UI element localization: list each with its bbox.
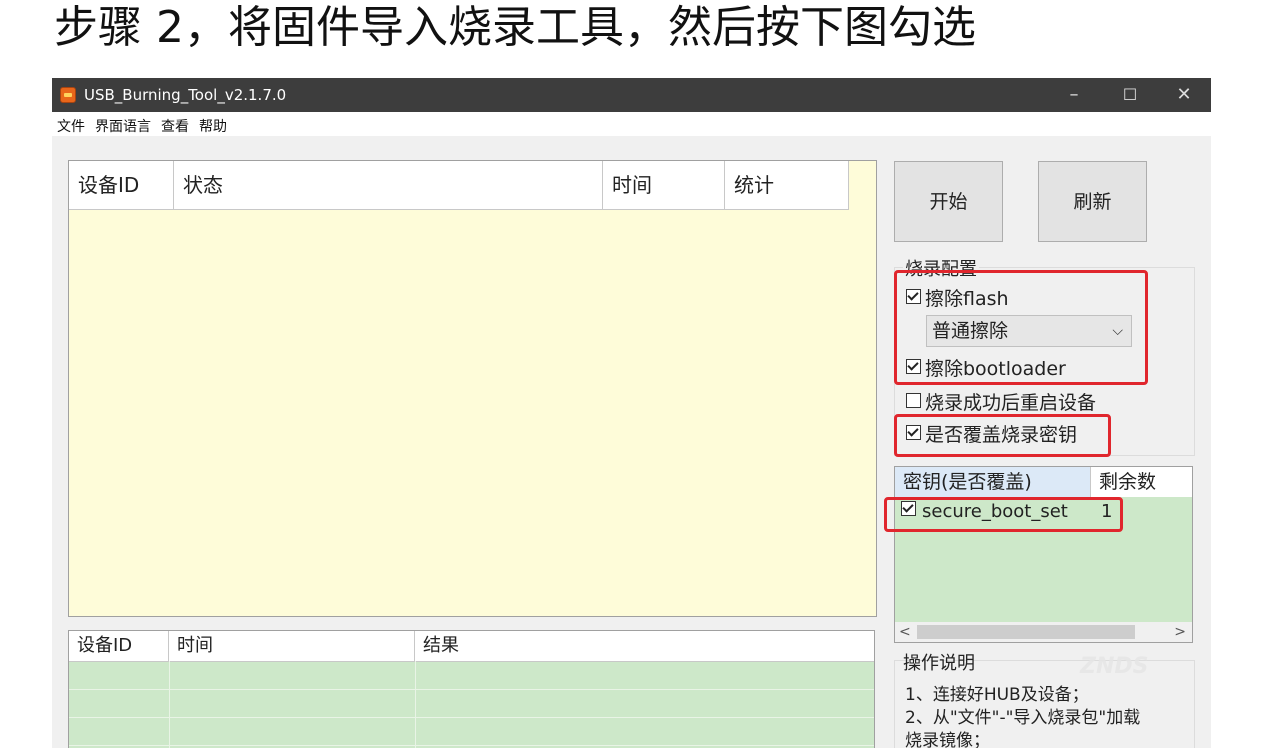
reboot-after-checkbox[interactable]: 烧录成功后重启设备 <box>906 388 1096 415</box>
reboot-after-label: 烧录成功后重启设备 <box>925 392 1097 414</box>
result-grid-header: 设备ID 时间 结果 <box>69 631 874 662</box>
device-grid-header: 设备ID 状态 时间 统计 <box>69 161 849 210</box>
menu-help[interactable]: 帮助 <box>194 112 232 136</box>
operation-line-3: 烧录镜像； <box>905 731 990 748</box>
minimize-button[interactable]: – <box>1046 78 1102 112</box>
col-status[interactable]: 状态 <box>174 161 603 209</box>
window-title: USB_Burning_Tool_v2.1.7.0 <box>84 86 287 104</box>
maximize-button[interactable]: ☐ <box>1102 78 1158 112</box>
scroll-left-icon[interactable]: < <box>899 622 911 642</box>
horizontal-scrollbar[interactable]: < > <box>895 622 1192 642</box>
highlight-box-overwrite <box>894 414 1111 457</box>
menu-bar: 文件 界面语言 查看 帮助 <box>52 112 1211 136</box>
app-icon <box>60 87 76 103</box>
row-divider <box>69 689 874 690</box>
highlight-box-key <box>884 497 1123 532</box>
scroll-right-icon[interactable]: > <box>1174 622 1186 642</box>
highlight-box-erase <box>894 270 1148 385</box>
col-key[interactable]: 密钥(是否覆盖) <box>895 467 1091 497</box>
operation-title: 操作说明 <box>903 653 975 674</box>
close-button[interactable]: ✕ <box>1156 78 1211 112</box>
key-list-header: 密钥(是否覆盖) 剩余数 <box>895 467 1192 497</box>
col-result[interactable]: 结果 <box>415 631 874 661</box>
col-remaining[interactable]: 剩余数 <box>1091 467 1192 497</box>
col-device-id[interactable]: 设备ID <box>69 161 174 209</box>
start-button[interactable]: 开始 <box>894 161 1003 242</box>
instruction-heading: 步骤 2，将固件导入烧录工具，然后按下图勾选 <box>54 2 976 53</box>
operation-line-1: 1、连接好HUB及设备； <box>905 685 1089 705</box>
row-divider <box>69 717 874 718</box>
row-divider <box>69 745 874 746</box>
col-divider <box>415 661 416 748</box>
col-stats[interactable]: 统计 <box>725 161 849 209</box>
checkbox-icon[interactable] <box>906 393 921 408</box>
col-time[interactable]: 时间 <box>603 161 725 209</box>
col-result-time[interactable]: 时间 <box>169 631 415 661</box>
watermark: ZNDS <box>1080 654 1149 679</box>
app-window: USB_Burning_Tool_v2.1.7.0 – ☐ ✕ 文件 界面语言 查看… <box>52 78 1211 748</box>
result-grid[interactable]: 设备ID 时间 结果 <box>68 630 875 748</box>
scroll-thumb[interactable] <box>917 625 1135 639</box>
menu-view[interactable]: 查看 <box>156 112 194 136</box>
col-result-device-id[interactable]: 设备ID <box>69 631 169 661</box>
menu-file[interactable]: 文件 <box>52 112 90 136</box>
key-list[interactable]: 密钥(是否覆盖) 剩余数 secure_boot_set 1 < > <box>894 466 1193 643</box>
device-grid[interactable]: 设备ID 状态 时间 统计 <box>68 160 877 617</box>
refresh-button[interactable]: 刷新 <box>1038 161 1147 242</box>
menu-language[interactable]: 界面语言 <box>90 112 156 136</box>
col-divider <box>169 661 170 748</box>
title-bar: USB_Burning_Tool_v2.1.7.0 – ☐ ✕ <box>52 78 1211 112</box>
